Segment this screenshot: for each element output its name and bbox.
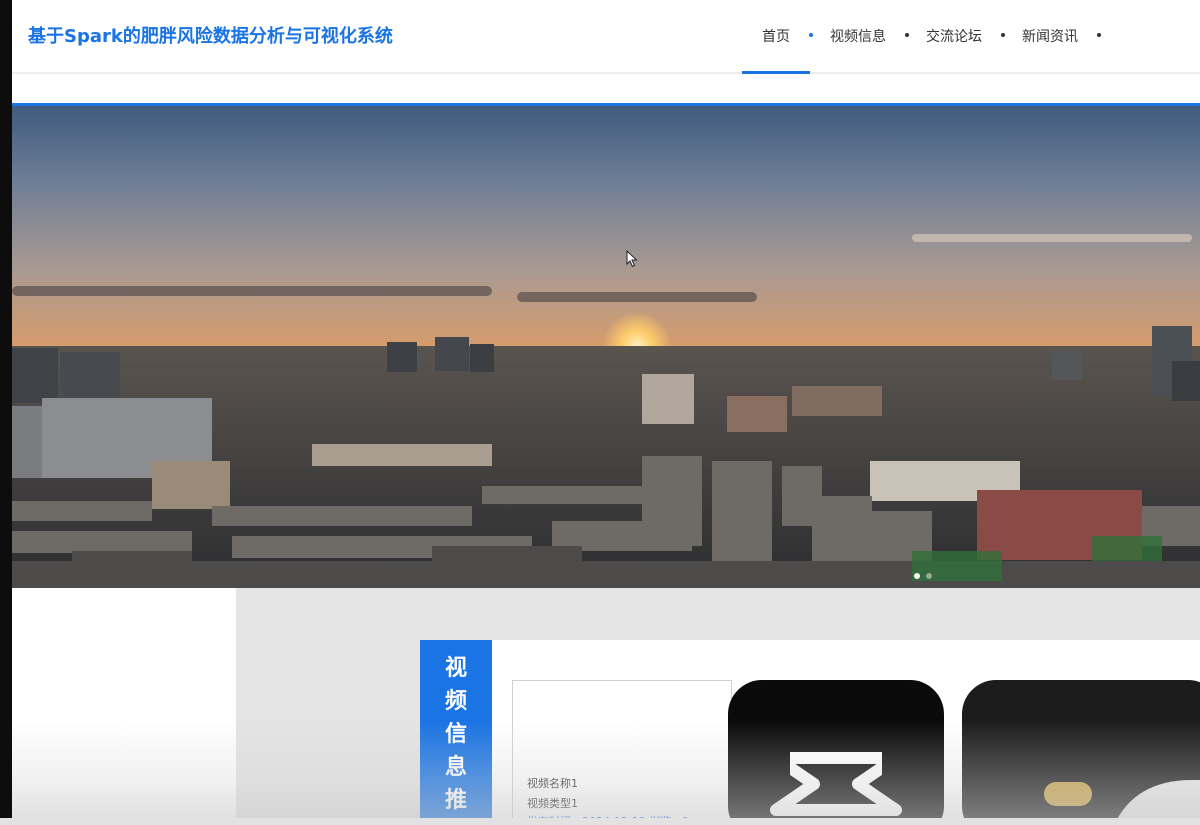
site-title[interactable]: 基于Spark的肥胖风险数据分析与可视化系统	[28, 22, 393, 48]
app-logo-icon	[1044, 780, 1200, 825]
nav-item-video-info[interactable]: 视频信息	[810, 0, 909, 72]
nav-item-home[interactable]: 首页	[742, 0, 813, 74]
nav-separator-dot	[1097, 33, 1101, 37]
carousel-dot[interactable]	[926, 573, 932, 579]
video-name: 视频名称1	[527, 777, 578, 790]
browser-viewport: 基于Spark的肥胖风险数据分析与可视化系统 首页 视频信息 交流论坛 新闻资讯	[0, 0, 1200, 825]
carousel-indicators	[914, 573, 932, 579]
heading-char: 视	[444, 656, 467, 681]
heading-char: 息	[444, 755, 467, 780]
bottom-edge	[0, 818, 1200, 825]
main-content: 视 频 信 息 推 荐 视频名称1 视频类型1 发布时间：2024-12-19 …	[12, 588, 1200, 825]
heading-char: 推	[444, 788, 467, 813]
heading-char: 频	[444, 689, 467, 714]
video-recommend-heading: 视 频 信 息 推 荐	[420, 640, 492, 825]
video-card[interactable]: 视频名称1 视频类型1 发布时间：2024-12-19 浏览：1	[512, 680, 732, 825]
heading-char: 信	[444, 722, 467, 747]
video-recommend-panel: 视 频 信 息 推 荐 视频名称1 视频类型1 发布时间：2024-12-19 …	[420, 640, 1200, 825]
main-nav: 首页 视频信息 交流论坛 新闻资讯	[742, 0, 1101, 74]
nav-item-label: 新闻资讯	[1022, 29, 1078, 45]
nav-item-label: 交流论坛	[926, 29, 982, 45]
carousel-dot-active[interactable]	[914, 573, 920, 579]
window-edge	[0, 0, 12, 825]
video-type: 视频类型1	[527, 797, 578, 810]
capcut-logo-icon	[768, 746, 904, 816]
site-header: 基于Spark的肥胖风险数据分析与可视化系统 首页 视频信息 交流论坛 新闻资讯	[12, 0, 1200, 74]
hero-banner-carousel[interactable]	[12, 106, 1200, 588]
recommend-section: 视 频 信 息 推 荐 视频名称1 视频类型1 发布时间：2024-12-19 …	[236, 588, 1200, 825]
nav-item-forum[interactable]: 交流论坛	[906, 0, 1005, 72]
city-skyline-image	[12, 326, 1200, 588]
nav-item-news[interactable]: 新闻资讯	[1002, 0, 1101, 72]
nav-item-label: 视频信息	[830, 29, 886, 45]
video-thumbnail-capcut[interactable]	[728, 680, 944, 825]
video-thumbnail-app[interactable]	[962, 680, 1200, 825]
nav-item-label: 首页	[762, 29, 790, 45]
mouse-cursor-icon	[626, 250, 638, 268]
